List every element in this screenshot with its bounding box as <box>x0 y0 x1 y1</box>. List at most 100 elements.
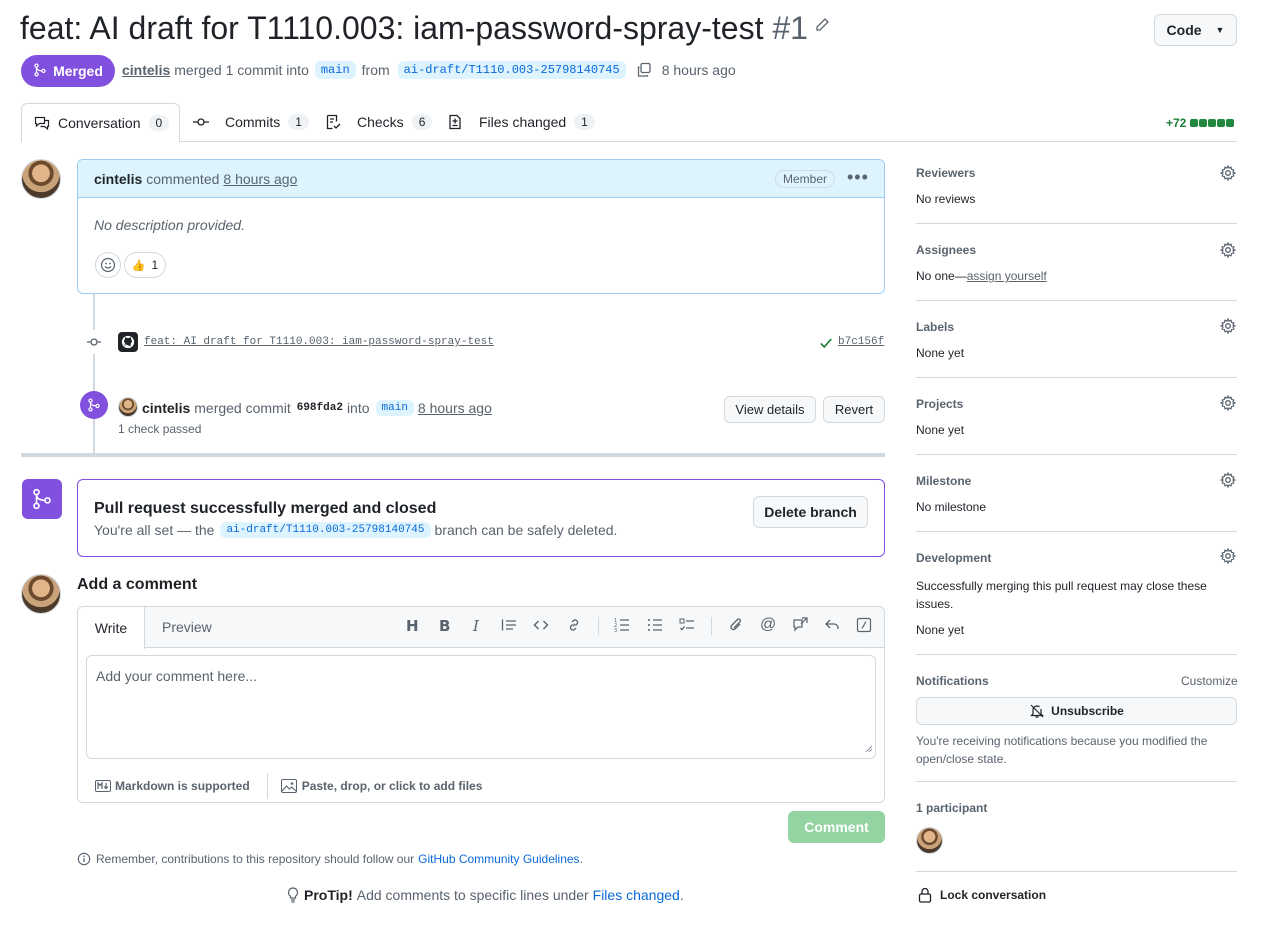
tab-write[interactable]: Write <box>78 607 145 649</box>
merge-author-avatar[interactable] <box>118 397 138 417</box>
kebab-menu-icon[interactable]: ••• <box>847 167 869 188</box>
heading-icon[interactable]: H <box>406 617 424 635</box>
checks-passed[interactable]: 1 check passed <box>118 422 201 436</box>
assign-yourself-link[interactable]: assign yourself <box>967 269 1047 283</box>
slash-command-icon[interactable] <box>856 617 874 635</box>
base-branch[interactable]: main <box>314 61 356 79</box>
tab-checks-label: Checks <box>357 114 404 130</box>
merge-into-text: into <box>346 400 370 416</box>
merge-status-line: cintelis merged 1 commit into main from … <box>122 59 736 81</box>
commit-icon <box>82 330 106 354</box>
participant-avatar[interactable] <box>916 827 943 854</box>
mention-icon[interactable]: @ <box>760 617 778 635</box>
ordered-list-icon[interactable]: 123 <box>614 617 632 635</box>
tab-conversation[interactable]: Conversation 0 <box>21 103 180 142</box>
unordered-list-icon[interactable] <box>647 617 665 635</box>
merge-event-icon <box>80 391 108 419</box>
merge-sha[interactable]: 698fda2 <box>297 402 343 414</box>
merged-time: 8 hours ago <box>661 62 736 78</box>
code-icon[interactable] <box>533 617 551 635</box>
author-link[interactable]: cintelis <box>122 62 170 78</box>
diffstat-additions: +72 <box>1166 116 1187 130</box>
assignees-gear-icon[interactable] <box>1219 241 1237 261</box>
merge-icon <box>33 62 47 80</box>
sidebar-divider <box>916 781 1237 782</box>
merged-box-branch[interactable]: ai-draft/T1110.003-25798140745 <box>220 522 431 538</box>
check-icon <box>819 336 833 353</box>
view-details-button[interactable]: View details <box>724 396 816 423</box>
sidebar-development-title: Development <box>916 551 992 565</box>
commit-sha-link[interactable]: b7c156f <box>838 336 884 348</box>
attach-files-link[interactable]: Paste, drop, or click to add files <box>302 779 483 793</box>
guidelines-link[interactable]: GitHub Community Guidelines <box>418 852 579 866</box>
labels-gear-icon[interactable] <box>1219 317 1237 337</box>
tab-commits[interactable]: Commits 1 <box>193 103 309 141</box>
avatar[interactable] <box>21 574 61 614</box>
timeline-end-divider <box>21 453 885 457</box>
lock-conversation[interactable]: Lock conversation <box>918 887 1046 903</box>
reviewers-gear-icon[interactable] <box>1219 164 1237 184</box>
commit-message-link[interactable]: feat: AI draft for T1110.003: iam-passwo… <box>144 336 494 348</box>
markdown-supported-link[interactable]: Markdown is supported <box>115 779 250 793</box>
protip-post: . <box>679 887 684 903</box>
tab-checks[interactable]: Checks 6 <box>325 103 433 141</box>
copy-icon[interactable] <box>636 62 652 78</box>
comment-submit-button[interactable]: Comment <box>788 811 885 843</box>
lock-conversation-label: Lock conversation <box>940 888 1047 902</box>
code-button[interactable]: Code ▼ <box>1154 14 1237 46</box>
notifications-customize-link[interactable]: Customize <box>1181 674 1238 688</box>
merged-box-title: Pull request successfully merged and clo… <box>94 500 437 517</box>
add-reaction-icon[interactable] <box>95 252 121 278</box>
link-icon[interactable] <box>566 617 584 635</box>
protip-files-changed-link[interactable]: Files changed <box>593 887 680 903</box>
reaction-button[interactable]: 👍 1 <box>124 252 166 278</box>
protip-text: Add comments to specific lines under <box>356 887 589 903</box>
reply-icon[interactable] <box>824 617 842 635</box>
comment-author[interactable]: cintelis <box>94 171 142 187</box>
sidebar-reviewers-value: No reviews <box>916 192 976 206</box>
delete-branch-button[interactable]: Delete branch <box>753 496 868 528</box>
merge-branch[interactable]: main <box>375 400 414 416</box>
merged-badge: Merged <box>21 55 115 87</box>
toolbar-divider <box>711 617 712 635</box>
merge-time[interactable]: 8 hours ago <box>418 400 492 416</box>
resize-handle-icon[interactable] <box>865 740 873 756</box>
comment-time[interactable]: 8 hours ago <box>223 171 297 187</box>
sidebar-development-desc: Successfully merging this pull request m… <box>916 579 1207 611</box>
revert-button[interactable]: Revert <box>823 396 885 423</box>
projects-gear-icon[interactable] <box>1219 394 1237 414</box>
notifications-desc: You're receiving notifications because y… <box>916 734 1208 766</box>
avatar[interactable] <box>21 159 61 199</box>
comment-header: cintelis commented 8 hours ago Member ••… <box>78 160 884 198</box>
toolbar-divider <box>598 617 599 635</box>
task-list-icon[interactable] <box>679 617 697 635</box>
quote-icon[interactable] <box>501 617 519 635</box>
sidebar-projects-value: None yet <box>916 423 965 437</box>
tab-preview[interactable]: Preview <box>162 619 212 635</box>
cross-reference-icon[interactable] <box>792 617 810 635</box>
italic-icon[interactable]: I <box>473 617 491 635</box>
sidebar-assignees-title: Assignees <box>916 243 977 257</box>
comment-textarea[interactable]: Add your comment here... <box>86 655 876 759</box>
timeline-line <box>93 294 95 454</box>
merged-box-desc-post: branch can be safely deleted. <box>434 522 618 538</box>
edit-title-icon[interactable] <box>814 17 830 36</box>
tab-files-changed[interactable]: Files changed 1 <box>447 103 595 141</box>
member-badge: Member <box>775 170 836 188</box>
sidebar-labels-value: None yet <box>916 346 965 360</box>
tab-checks-count: 6 <box>411 114 433 130</box>
paperclip-icon[interactable] <box>728 617 746 635</box>
code-button-label: Code <box>1166 22 1202 38</box>
markdown-icon <box>95 780 111 792</box>
unsubscribe-button[interactable]: Unsubscribe <box>916 697 1237 725</box>
assignees-none-text: No one— <box>916 269 967 283</box>
bold-icon[interactable]: B <box>439 617 457 635</box>
head-branch[interactable]: ai-draft/T1110.003-25798140745 <box>397 61 626 79</box>
development-gear-icon[interactable] <box>1219 547 1237 567</box>
merge-author[interactable]: cintelis <box>142 400 190 416</box>
sidebar-divider <box>916 223 1237 224</box>
milestone-gear-icon[interactable] <box>1219 471 1237 491</box>
sidebar-labels-title: Labels <box>916 320 955 334</box>
merged-box-desc: You're all set — the ai-draft/T1110.003-… <box>94 522 617 538</box>
github-logo-icon <box>118 332 138 352</box>
